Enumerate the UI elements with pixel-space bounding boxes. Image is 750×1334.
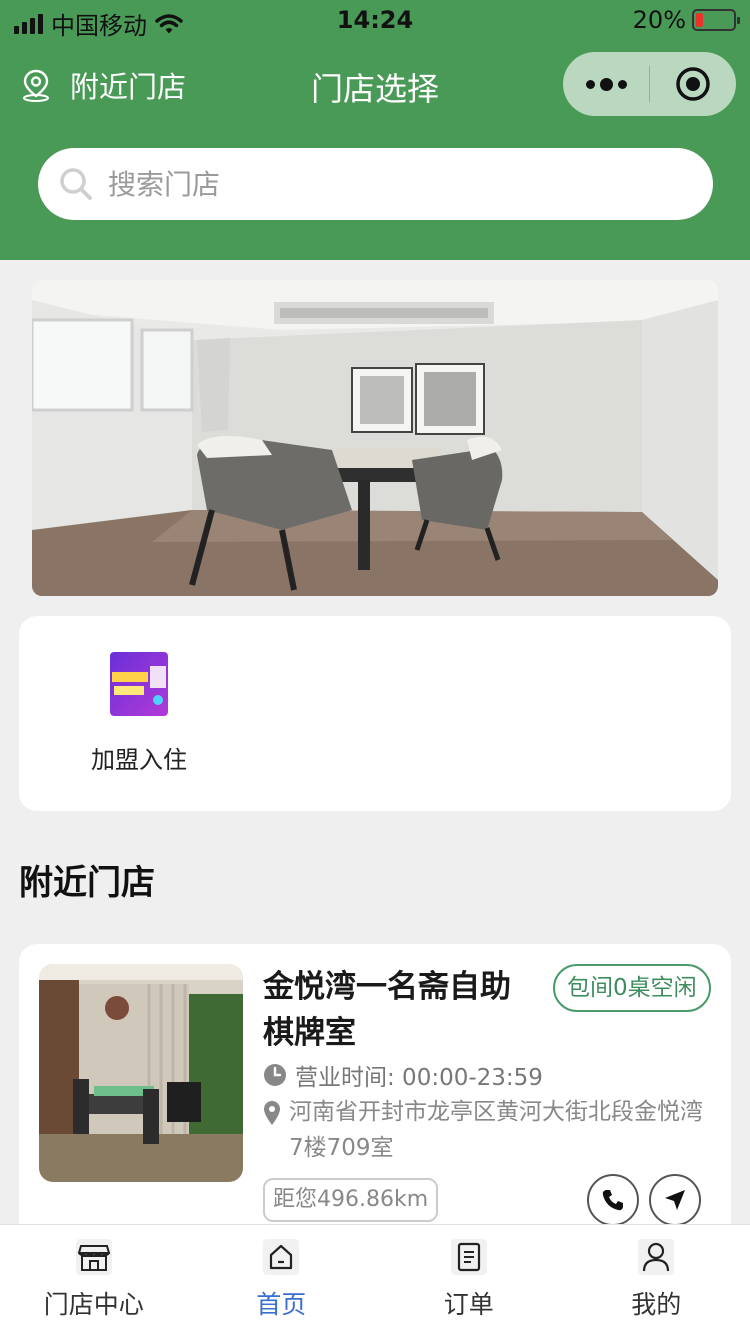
store-address-text: 河南省开封市龙亭区黄河大街北段金悦湾7楼709室: [289, 1099, 703, 1161]
location-pin-icon: [264, 1101, 280, 1125]
search-bar[interactable]: [38, 148, 713, 220]
tab-home[interactable]: 首页: [188, 1225, 376, 1334]
banner-image[interactable]: [32, 280, 718, 596]
more-button[interactable]: [563, 52, 649, 116]
battery-level: [696, 13, 703, 27]
franchise-icon: [110, 652, 168, 716]
store-name: 金悦湾一名斋自助棋牌室: [263, 969, 511, 1051]
close-button[interactable]: [650, 52, 736, 116]
navigation-arrow-icon: [665, 1190, 685, 1210]
nav-bar: 附近门店 门店选择: [0, 50, 750, 120]
clock-icon: [264, 1064, 286, 1086]
home-icon: [263, 1239, 300, 1275]
user-icon: [638, 1239, 675, 1275]
header: 中国移动 14:24 20% 附近门店 门店选择: [0, 0, 750, 260]
store-image: [39, 964, 243, 1182]
order-icon: [450, 1239, 487, 1275]
store-icon: [75, 1239, 112, 1275]
status-bar: 中国移动 14:24 20%: [0, 0, 750, 40]
status-right: 20%: [632, 6, 740, 34]
store-hours: 营业时间: 00:00-23:59: [263, 1058, 543, 1092]
navigate-button[interactable]: [649, 1174, 701, 1226]
tab-label: 门店中心: [43, 1290, 144, 1319]
section-title: 附近门店: [19, 863, 155, 903]
franchise-entry[interactable]: 加盟入住: [79, 650, 199, 775]
franchise-label: 加盟入住: [91, 746, 187, 774]
store-hours-text: 营业时间: 00:00-23:59: [295, 1065, 543, 1091]
close-circle-icon: [676, 67, 710, 101]
search-icon: [60, 168, 92, 200]
mini-program-capsule: [563, 52, 736, 116]
availability-badge: 包间0桌空闲: [553, 964, 711, 1012]
search-input[interactable]: [108, 167, 668, 201]
tab-label: 首页: [256, 1290, 307, 1319]
tab-orders[interactable]: 订单: [375, 1225, 563, 1334]
battery-percent: 20%: [632, 6, 686, 34]
phone-icon: [602, 1190, 623, 1211]
tab-label: 我的: [631, 1290, 682, 1319]
battery-icon: [692, 9, 740, 31]
tab-label: 订单: [443, 1290, 494, 1319]
store-card[interactable]: 金悦湾一名斋自助棋牌室 包间0桌空闲 营业时间: 00:00-23:59 河南省…: [19, 944, 731, 1244]
call-button[interactable]: [587, 1174, 639, 1226]
services-card: 加盟入住: [19, 616, 731, 811]
room-photo: [32, 280, 718, 596]
tab-store-center[interactable]: 门店中心: [0, 1225, 188, 1334]
tab-profile[interactable]: 我的: [563, 1225, 750, 1334]
store-photo: [39, 964, 243, 1182]
store-address: 河南省开封市龙亭区黄河大街北段金悦湾7楼709室: [263, 1094, 703, 1166]
tab-bar: 门店中心 首页 订单 我的: [0, 1224, 750, 1334]
distance-tag: 距您496.86km: [263, 1178, 439, 1222]
